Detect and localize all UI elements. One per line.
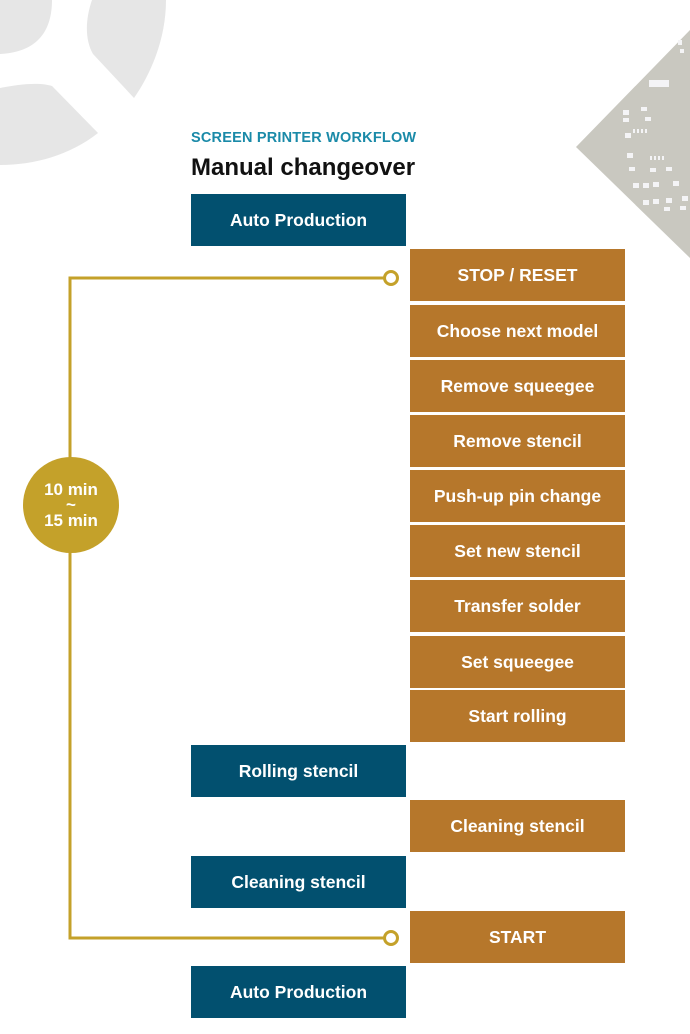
step-push-up-pin-change[interactable]: Push-up pin change <box>410 470 625 522</box>
step-stop-reset[interactable]: STOP / RESET <box>410 249 625 301</box>
step-set-squeegee[interactable]: Set squeegee <box>410 636 625 688</box>
step-cleaning-stencil-operator[interactable]: Cleaning stencil <box>410 800 625 852</box>
step-remove-stencil[interactable]: Remove stencil <box>410 415 625 467</box>
step-auto-production-end[interactable]: Auto Production <box>191 966 406 1018</box>
step-rolling-stencil[interactable]: Rolling stencil <box>191 745 406 797</box>
step-set-new-stencil[interactable]: Set new stencil <box>410 525 625 577</box>
step-auto-production-start[interactable]: Auto Production <box>191 194 406 246</box>
time-max: 15 min <box>44 511 98 530</box>
bracket-start-node-icon <box>383 270 399 286</box>
changeover-time-badge: 10 min ~ 15 min <box>23 457 119 553</box>
step-start-rolling[interactable]: Start rolling <box>410 690 625 742</box>
time-separator: ~ <box>66 495 76 514</box>
step-transfer-solder[interactable]: Transfer solder <box>410 580 625 632</box>
step-remove-squeegee[interactable]: Remove squeegee <box>410 360 625 412</box>
step-cleaning-stencil-machine[interactable]: Cleaning stencil <box>191 856 406 908</box>
step-start[interactable]: START <box>410 911 625 963</box>
step-choose-next-model[interactable]: Choose next model <box>410 305 625 357</box>
bracket-end-node-icon <box>383 930 399 946</box>
